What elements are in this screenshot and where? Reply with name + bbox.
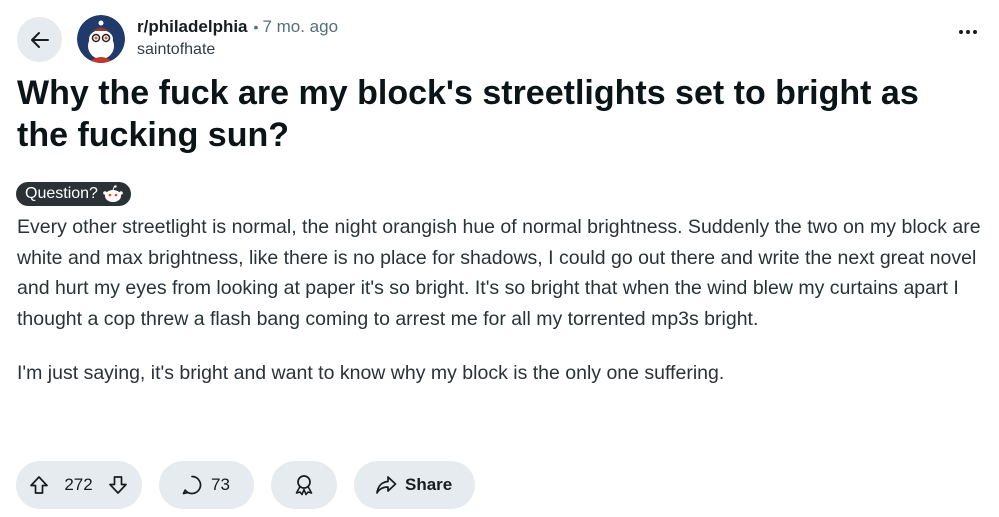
comment-count: 73 — [211, 475, 230, 494]
post-paragraph: I'm just saying, it's bright and want to… — [17, 362, 725, 384]
award-button[interactable] — [271, 461, 337, 509]
post-time: 7 mo. ago — [262, 17, 339, 36]
share-button[interactable]: Share — [354, 461, 475, 509]
post-actions: 272 73 Share — [16, 461, 475, 509]
post-paragraph: Every other streetlight is normal, the n… — [17, 216, 981, 330]
award-ribbon-icon — [295, 475, 313, 496]
flair-label: Question? — [25, 185, 98, 202]
share-label: Share — [405, 475, 453, 494]
post-meta: r/philadelphia • 7 mo. ago saintofhate — [137, 16, 338, 60]
meta-separator: • — [253, 19, 259, 35]
vote-count: 272 — [64, 475, 93, 494]
arrow-left-icon — [30, 31, 49, 48]
post-body: Every other streetlight is normal, the n… — [17, 212, 983, 389]
arrow-down-icon[interactable] — [108, 475, 128, 495]
ellipsis-icon — [959, 30, 963, 34]
speech-bubble-icon — [182, 475, 202, 495]
arrow-up-icon[interactable] — [29, 475, 49, 495]
more-options-button[interactable] — [959, 30, 977, 34]
author-name[interactable]: saintofhate — [137, 40, 338, 60]
post-flair: Question? — [16, 182, 131, 206]
post-title: Why the fuck are my block's streetlights… — [17, 74, 919, 154]
subreddit-avatar[interactable] — [77, 15, 125, 63]
snoo-icon — [103, 185, 123, 202]
share-arrow-icon — [376, 476, 397, 494]
back-button[interactable] — [17, 17, 62, 62]
comments-button[interactable]: 73 — [159, 461, 254, 509]
subreddit-name[interactable]: r/philadelphia — [137, 17, 248, 36]
vote-control: 272 — [16, 461, 142, 509]
